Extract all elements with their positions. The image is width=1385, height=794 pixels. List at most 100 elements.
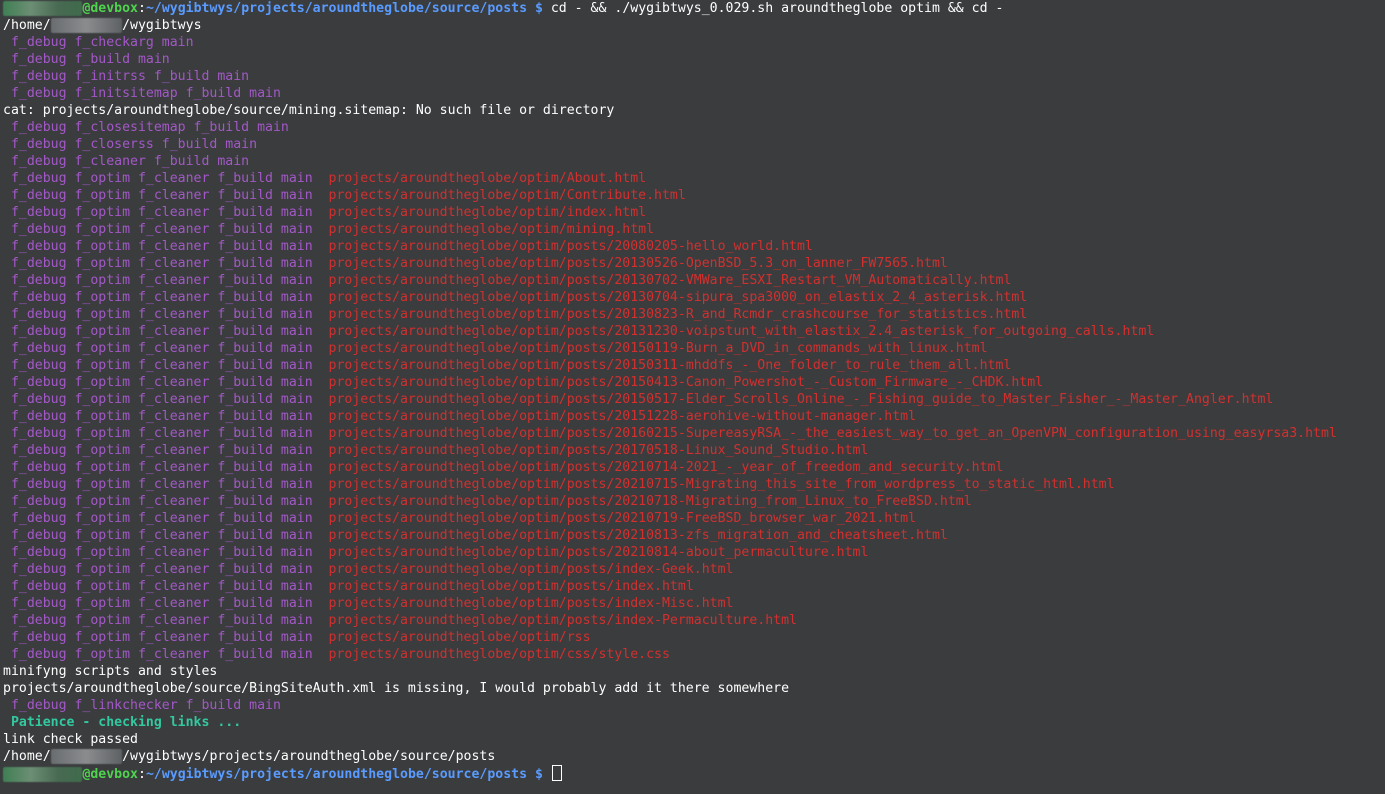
debug-trace: f_debug f_optim f_cleaner f_build main: [3, 613, 321, 628]
terminal-line: f_debug f_optim f_cleaner f_build main p…: [3, 323, 1385, 340]
output-file-path: projects/aroundtheglobe/optim/posts/2013…: [320, 307, 1028, 322]
prompt-path: ~/wygibtwys/projects/aroundtheglobe/sour…: [145, 1, 543, 16]
debug-trace: f_debug f_checkarg main: [3, 35, 194, 50]
output-file-path: projects/aroundtheglobe/optim/posts/2013…: [320, 273, 1012, 288]
debug-trace: f_debug f_optim f_cleaner f_build main: [3, 426, 321, 441]
debug-trace: f_debug f_optim f_cleaner f_build main: [3, 188, 321, 203]
terminal-line: f_debug f_checkarg main: [3, 34, 1385, 51]
terminal-line: f_debug f_optim f_cleaner f_build main p…: [3, 408, 1385, 425]
terminal-line: f_debug f_optim f_cleaner f_build main p…: [3, 221, 1385, 238]
text-cursor[interactable]: [551, 765, 562, 781]
output-file-path: projects/aroundtheglobe/optim/posts/2021…: [320, 460, 1004, 475]
prompt-host: @devbox: [82, 767, 138, 782]
terminal-line: f_debug f_optim f_cleaner f_build main p…: [3, 510, 1385, 527]
terminal-line: minifyng scripts and styles: [3, 663, 1385, 680]
terminal-line: f_debug f_closerss f_build main: [3, 136, 1385, 153]
output-file-path: projects/aroundtheglobe/optim/posts/inde…: [320, 562, 734, 577]
output-file-path: projects/aroundtheglobe/optim/posts/2021…: [320, 545, 869, 560]
terminal-line: f_debug f_optim f_cleaner f_build main p…: [3, 612, 1385, 629]
terminal-line: f_debug f_optim f_cleaner f_build main p…: [3, 561, 1385, 578]
debug-trace: f_debug f_optim f_cleaner f_build main: [3, 494, 321, 509]
terminal-line: f_debug f_linkchecker f_build main: [3, 697, 1385, 714]
terminal-line: f_debug f_optim f_cleaner f_build main p…: [3, 629, 1385, 646]
debug-trace: f_debug f_optim f_cleaner f_build main: [3, 392, 321, 407]
terminal-line: f_debug f_optim f_cleaner f_build main p…: [3, 289, 1385, 306]
terminal-line: f_debug f_optim f_cleaner f_build main p…: [3, 357, 1385, 374]
terminal-line: cat: projects/aroundtheglobe/source/mini…: [3, 102, 1385, 119]
output-file-path: projects/aroundtheglobe/optim/rss: [320, 630, 591, 645]
output-file-path: projects/aroundtheglobe/optim/posts/2013…: [320, 256, 948, 271]
output-text: :: [137, 1, 146, 16]
output-text: cd - && ./wygibtwys_0.029.sh aroundthegl…: [542, 1, 1004, 16]
debug-trace: f_debug f_optim f_cleaner f_build main: [3, 443, 321, 458]
debug-trace: f_debug f_optim f_cleaner f_build main: [3, 596, 321, 611]
terminal-line: f_debug f_optim f_cleaner f_build main p…: [3, 493, 1385, 510]
terminal-line: f_debug f_optim f_cleaner f_build main p…: [3, 374, 1385, 391]
output-file-path: projects/aroundtheglobe/optim/posts/2015…: [320, 375, 1044, 390]
terminal-line: f_debug f_closesitemap f_build main: [3, 119, 1385, 136]
output-text: :: [137, 767, 146, 782]
terminal-window[interactable]: xxxxxxxxxx@devbox:~/wygibtwys/projects/a…: [0, 0, 1385, 794]
output-file-path: projects/aroundtheglobe/optim/posts/2015…: [320, 358, 1012, 373]
terminal-line: f_debug f_optim f_cleaner f_build main p…: [3, 527, 1385, 544]
debug-trace: f_debug f_cleaner f_build main: [3, 154, 250, 169]
prompt-path: ~/wygibtwys/projects/aroundtheglobe/sour…: [145, 767, 543, 782]
debug-trace: f_debug f_optim f_cleaner f_build main: [3, 222, 321, 237]
debug-trace: f_debug f_optim f_cleaner f_build main: [3, 630, 321, 645]
debug-trace: f_debug f_build main: [3, 52, 170, 67]
output-file-path: projects/aroundtheglobe/optim/posts/inde…: [320, 596, 734, 611]
debug-trace: f_debug f_optim f_cleaner f_build main: [3, 511, 321, 526]
output-file-path: projects/aroundtheglobe/optim/posts/2016…: [320, 426, 1337, 441]
output-text: link check passed: [3, 732, 138, 747]
terminal-line: /home/xxxxxxxxx/wygibtwys/projects/aroun…: [3, 748, 1385, 765]
terminal-line: f_debug f_optim f_cleaner f_build main p…: [3, 272, 1385, 289]
output-file-path: projects/aroundtheglobe/optim/css/style.…: [320, 647, 670, 662]
status-message: Patience - checking links ...: [3, 715, 242, 730]
output-file-path: projects/aroundtheglobe/optim/Contribute…: [320, 188, 686, 203]
terminal-line: xxxxxxxxxx@devbox:~/wygibtwys/projects/a…: [3, 0, 1385, 17]
output-text: /wygibtwys: [122, 18, 202, 33]
terminal-line: Patience - checking links ...: [3, 714, 1385, 731]
output-file-path: projects/aroundtheglobe/optim/index.html: [320, 205, 647, 220]
terminal-line: f_debug f_optim f_cleaner f_build main p…: [3, 476, 1385, 493]
terminal-line: f_debug f_optim f_cleaner f_build main p…: [3, 187, 1385, 204]
terminal-line: f_debug f_optim f_cleaner f_build main p…: [3, 340, 1385, 357]
output-text: /wygibtwys/projects/aroundtheglobe/sourc…: [122, 749, 496, 764]
prompt-host: @devbox: [82, 1, 138, 16]
terminal-line: f_debug f_optim f_cleaner f_build main p…: [3, 255, 1385, 272]
output-file-path: projects/aroundtheglobe/optim/posts/2021…: [320, 494, 972, 509]
output-file-path: projects/aroundtheglobe/optim/posts/2015…: [320, 341, 988, 356]
terminal-line: f_debug f_cleaner f_build main: [3, 153, 1385, 170]
terminal-line: f_debug f_optim f_cleaner f_build main p…: [3, 595, 1385, 612]
terminal-line: xxxxxxxxxx@devbox:~/wygibtwys/projects/a…: [3, 765, 1385, 782]
terminal-line: f_debug f_optim f_cleaner f_build main p…: [3, 544, 1385, 561]
debug-trace: f_debug f_optim f_cleaner f_build main: [3, 273, 321, 288]
debug-trace: f_debug f_closerss f_build main: [3, 137, 258, 152]
debug-trace: f_debug f_optim f_cleaner f_build main: [3, 562, 321, 577]
debug-trace: f_debug f_initrss f_build main: [3, 69, 250, 84]
debug-trace: f_debug f_optim f_cleaner f_build main: [3, 528, 321, 543]
terminal-line: f_debug f_optim f_cleaner f_build main p…: [3, 578, 1385, 595]
output-file-path: projects/aroundtheglobe/optim/mining.htm…: [320, 222, 655, 237]
debug-trace: f_debug f_optim f_cleaner f_build main: [3, 205, 321, 220]
output-file-path: projects/aroundtheglobe/optim/posts/2013…: [320, 324, 1155, 339]
debug-trace: f_debug f_optim f_cleaner f_build main: [3, 239, 321, 254]
output-file-path: projects/aroundtheglobe/optim/About.html: [320, 171, 647, 186]
output-file-path: projects/aroundtheglobe/optim/posts/2017…: [320, 443, 869, 458]
terminal-line: f_debug f_optim f_cleaner f_build main p…: [3, 238, 1385, 255]
output-file-path: projects/aroundtheglobe/optim/posts/inde…: [320, 579, 694, 594]
terminal-line: f_debug f_optim f_cleaner f_build main p…: [3, 425, 1385, 442]
debug-trace: f_debug f_linkchecker f_build main: [3, 698, 281, 713]
debug-trace: f_debug f_optim f_cleaner f_build main: [3, 358, 321, 373]
terminal-line: f_debug f_optim f_cleaner f_build main p…: [3, 442, 1385, 459]
output-text: minifyng scripts and styles: [3, 664, 218, 679]
terminal-line: f_debug f_optim f_cleaner f_build main p…: [3, 459, 1385, 476]
terminal-line: f_debug f_optim f_cleaner f_build main p…: [3, 391, 1385, 408]
output-text: /home/: [3, 749, 51, 764]
terminal-line: f_debug f_optim f_cleaner f_build main p…: [3, 204, 1385, 221]
output-file-path: projects/aroundtheglobe/optim/posts/2021…: [320, 528, 948, 543]
debug-trace: f_debug f_optim f_cleaner f_build main: [3, 341, 321, 356]
debug-trace: f_debug f_optim f_cleaner f_build main: [3, 647, 321, 662]
terminal-line: /home/xxxxxxxxx/wygibtwys: [3, 17, 1385, 34]
